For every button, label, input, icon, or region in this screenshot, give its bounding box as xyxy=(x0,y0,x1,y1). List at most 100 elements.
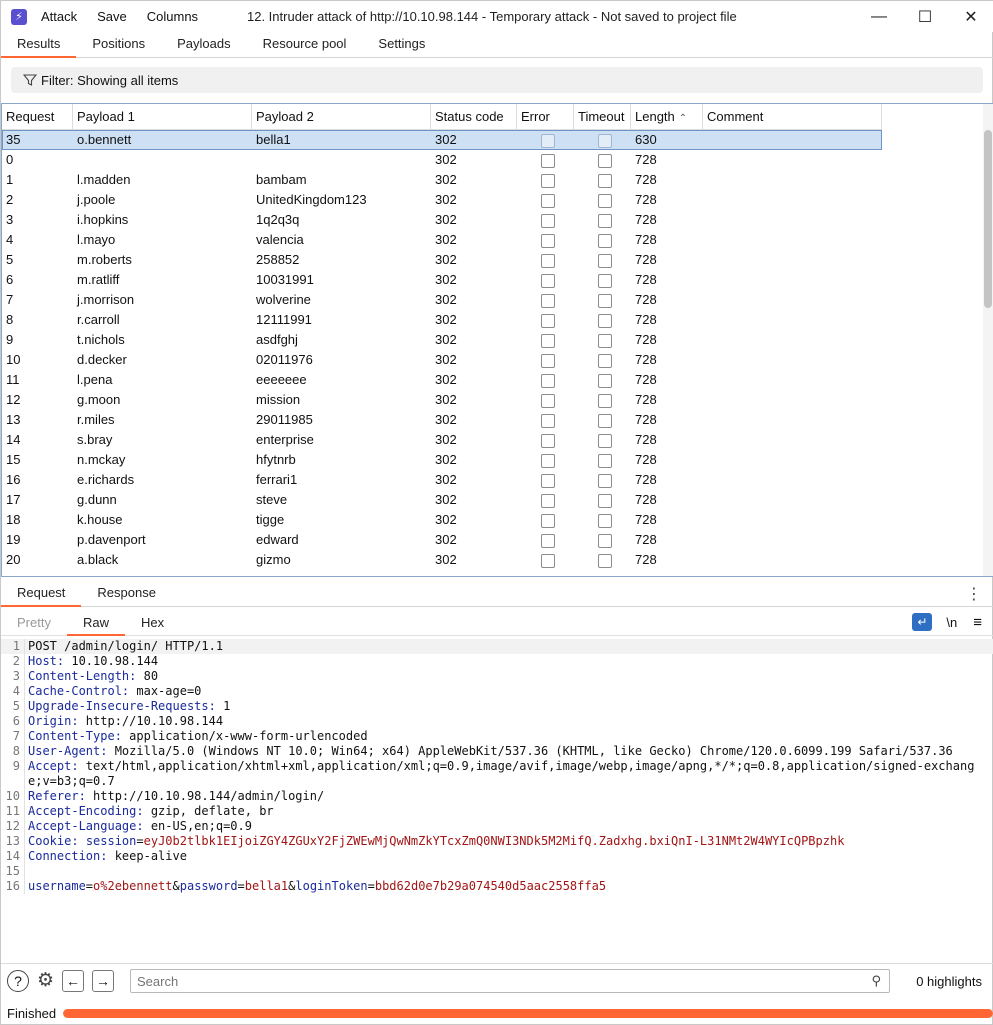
column-timeout[interactable]: Timeout xyxy=(574,104,631,130)
table-row[interactable]: 17 g.dunn steve 302 728 xyxy=(2,490,882,510)
tab-positions[interactable]: Positions xyxy=(76,32,161,58)
error-checkbox[interactable] xyxy=(541,453,555,468)
tab-response[interactable]: Response xyxy=(81,581,172,607)
timeout-checkbox[interactable] xyxy=(598,473,612,488)
table-row[interactable]: 8 r.carroll 12111991 302 728 xyxy=(2,310,882,330)
error-checkbox[interactable] xyxy=(541,533,555,548)
search-icon[interactable]: ⚲ xyxy=(871,973,881,989)
timeout-checkbox[interactable] xyxy=(598,153,612,168)
timeout-checkbox[interactable] xyxy=(598,213,612,228)
table-row[interactable]: 5 m.roberts 258852 302 728 xyxy=(2,250,882,270)
error-checkbox[interactable] xyxy=(541,193,555,208)
timeout-checkbox[interactable] xyxy=(598,193,612,208)
error-checkbox[interactable] xyxy=(541,513,555,528)
timeout-checkbox[interactable] xyxy=(598,393,612,408)
tab-resource-pool[interactable]: Resource pool xyxy=(247,32,363,58)
table-row[interactable]: 6 m.ratliff 10031991 302 728 xyxy=(2,270,882,290)
timeout-checkbox[interactable] xyxy=(598,333,612,348)
error-checkbox[interactable] xyxy=(541,373,555,388)
tab-hex[interactable]: Hex xyxy=(125,611,180,636)
error-checkbox[interactable] xyxy=(541,153,555,168)
table-row[interactable]: 14 s.bray enterprise 302 728 xyxy=(2,430,882,450)
table-row[interactable]: 2 j.poole UnitedKingdom123 302 728 xyxy=(2,190,882,210)
table-row[interactable]: 0 302 728 xyxy=(2,150,882,170)
tab-request[interactable]: Request xyxy=(1,581,82,607)
timeout-checkbox[interactable] xyxy=(598,433,612,448)
error-checkbox[interactable] xyxy=(541,213,555,228)
back-arrow-icon[interactable]: ← xyxy=(62,969,85,992)
column-length[interactable]: Length ⌃ xyxy=(631,104,703,130)
table-row[interactable]: 12 g.moon mission 302 728 xyxy=(2,390,882,410)
table-row[interactable]: 9 t.nichols asdfghj 302 728 xyxy=(2,330,882,350)
timeout-checkbox[interactable] xyxy=(598,253,612,268)
show-newlines-button[interactable]: \n xyxy=(946,615,957,630)
error-checkbox[interactable] xyxy=(541,473,555,488)
error-checkbox[interactable] xyxy=(541,133,555,148)
table-scrollbar[interactable] xyxy=(983,104,993,576)
menu-save[interactable]: Save xyxy=(97,9,127,24)
table-scrollbar-thumb[interactable] xyxy=(984,130,992,308)
error-checkbox[interactable] xyxy=(541,393,555,408)
error-checkbox[interactable] xyxy=(541,173,555,188)
error-checkbox[interactable] xyxy=(541,553,555,568)
error-checkbox[interactable] xyxy=(541,313,555,328)
error-checkbox[interactable] xyxy=(541,293,555,308)
column-status-code[interactable]: Status code xyxy=(431,104,517,130)
timeout-checkbox[interactable] xyxy=(598,293,612,308)
error-checkbox[interactable] xyxy=(541,353,555,368)
tab-raw[interactable]: Raw xyxy=(66,611,125,636)
error-checkbox[interactable] xyxy=(541,273,555,288)
timeout-checkbox[interactable] xyxy=(598,553,612,568)
column-error[interactable]: Error xyxy=(517,104,574,130)
table-row[interactable]: 11 l.pena eeeeeee 302 728 xyxy=(2,370,882,390)
timeout-checkbox[interactable] xyxy=(598,513,612,528)
error-checkbox[interactable] xyxy=(541,493,555,508)
table-row[interactable]: 16 e.richards ferrari1 302 728 xyxy=(2,470,882,490)
error-checkbox[interactable] xyxy=(541,253,555,268)
table-row[interactable]: 4 l.mayo valencia 302 728 xyxy=(2,230,882,250)
table-row[interactable]: 13 r.miles 29011985 302 728 xyxy=(2,410,882,430)
table-row[interactable]: 35 o.bennett bella1 302 630 xyxy=(2,130,882,150)
more-options-icon[interactable]: ⋮ xyxy=(966,584,982,604)
table-row[interactable]: 3 i.hopkins 1q2q3q 302 728 xyxy=(2,210,882,230)
raw-request-editor[interactable]: 1 POST /admin/login/ HTTP/1.1 2 Host: 10.10… xyxy=(1,639,993,961)
timeout-checkbox[interactable] xyxy=(598,133,612,148)
minimize-icon[interactable]: — xyxy=(856,1,902,32)
timeout-checkbox[interactable] xyxy=(598,533,612,548)
timeout-checkbox[interactable] xyxy=(598,273,612,288)
table-row[interactable]: 1 l.madden bambam 302 728 xyxy=(2,170,882,190)
error-checkbox[interactable] xyxy=(541,433,555,448)
error-checkbox[interactable] xyxy=(541,413,555,428)
column-payload-1[interactable]: Payload 1 xyxy=(73,104,252,130)
table-row[interactable]: 15 n.mckay hfytnrb 302 728 xyxy=(2,450,882,470)
menu-columns[interactable]: Columns xyxy=(147,9,198,24)
word-wrap-icon[interactable]: ↵ xyxy=(912,613,933,631)
help-icon[interactable]: ? xyxy=(7,969,29,992)
table-row[interactable]: 20 a.black gizmo 302 728 xyxy=(2,550,882,570)
timeout-checkbox[interactable] xyxy=(598,233,612,248)
timeout-checkbox[interactable] xyxy=(598,493,612,508)
table-row[interactable]: 7 j.morrison wolverine 302 728 xyxy=(2,290,882,310)
timeout-checkbox[interactable] xyxy=(598,313,612,328)
timeout-checkbox[interactable] xyxy=(598,413,612,428)
tab-results[interactable]: Results xyxy=(1,32,77,58)
tab-payloads[interactable]: Payloads xyxy=(161,32,246,58)
menu-attack[interactable]: Attack xyxy=(41,9,77,24)
error-checkbox[interactable] xyxy=(541,333,555,348)
table-row[interactable]: 10 d.decker 02011976 302 728 xyxy=(2,350,882,370)
column-request[interactable]: Request xyxy=(2,104,73,130)
column-comment[interactable]: Comment xyxy=(703,104,882,130)
column-payload-2[interactable]: Payload 2 xyxy=(252,104,431,130)
error-checkbox[interactable] xyxy=(541,233,555,248)
close-icon[interactable]: ✕ xyxy=(948,1,993,32)
table-row[interactable]: 18 k.house tigge 302 728 xyxy=(2,510,882,530)
maximize-icon[interactable]: ☐ xyxy=(902,1,948,32)
timeout-checkbox[interactable] xyxy=(598,453,612,468)
table-row[interactable]: 19 p.davenport edward 302 728 xyxy=(2,530,882,550)
timeout-checkbox[interactable] xyxy=(598,353,612,368)
timeout-checkbox[interactable] xyxy=(598,373,612,388)
search-input[interactable] xyxy=(137,973,872,989)
forward-arrow-icon[interactable]: → xyxy=(92,969,115,992)
timeout-checkbox[interactable] xyxy=(598,173,612,188)
gear-icon[interactable]: ⚙ xyxy=(37,969,54,992)
